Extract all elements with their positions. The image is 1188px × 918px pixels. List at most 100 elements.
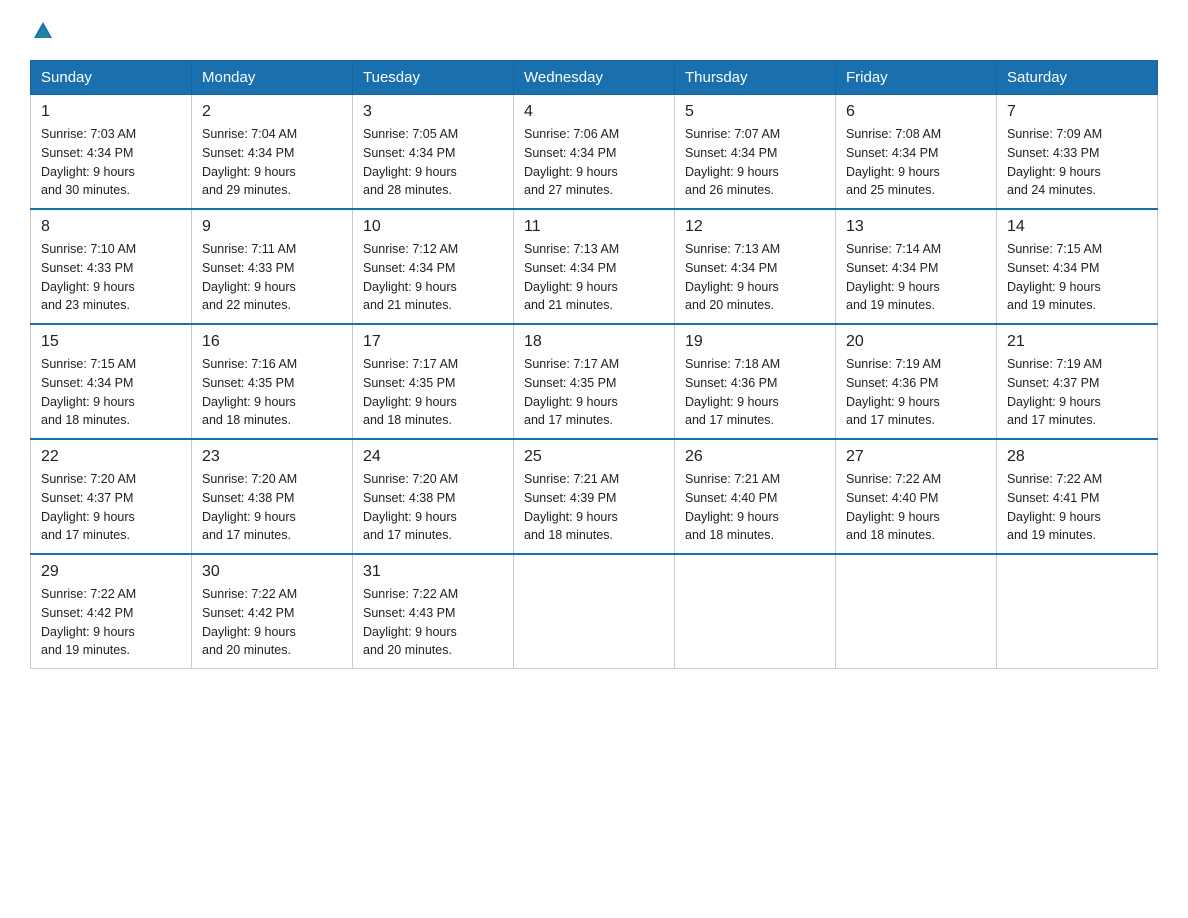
day-info: Sunrise: 7:22 AM Sunset: 4:41 PM Dayligh… — [1007, 470, 1147, 545]
day-info: Sunrise: 7:05 AM Sunset: 4:34 PM Dayligh… — [363, 125, 503, 200]
calendar-cell: 8 Sunrise: 7:10 AM Sunset: 4:33 PM Dayli… — [31, 209, 192, 324]
calendar-table: SundayMondayTuesdayWednesdayThursdayFrid… — [30, 60, 1158, 669]
day-number: 25 — [524, 448, 664, 466]
day-number: 23 — [202, 448, 342, 466]
day-info: Sunrise: 7:22 AM Sunset: 4:43 PM Dayligh… — [363, 585, 503, 660]
calendar-cell: 14 Sunrise: 7:15 AM Sunset: 4:34 PM Dayl… — [997, 209, 1158, 324]
day-number: 3 — [363, 103, 503, 121]
day-info: Sunrise: 7:19 AM Sunset: 4:37 PM Dayligh… — [1007, 355, 1147, 430]
day-info: Sunrise: 7:03 AM Sunset: 4:34 PM Dayligh… — [41, 125, 181, 200]
day-info: Sunrise: 7:13 AM Sunset: 4:34 PM Dayligh… — [524, 240, 664, 315]
day-number: 2 — [202, 103, 342, 121]
day-number: 14 — [1007, 218, 1147, 236]
day-info: Sunrise: 7:16 AM Sunset: 4:35 PM Dayligh… — [202, 355, 342, 430]
calendar-cell — [836, 554, 997, 669]
calendar-cell: 20 Sunrise: 7:19 AM Sunset: 4:36 PM Dayl… — [836, 324, 997, 439]
day-info: Sunrise: 7:22 AM Sunset: 4:42 PM Dayligh… — [41, 585, 181, 660]
calendar-cell: 31 Sunrise: 7:22 AM Sunset: 4:43 PM Dayl… — [353, 554, 514, 669]
day-number: 9 — [202, 218, 342, 236]
calendar-cell — [675, 554, 836, 669]
day-info: Sunrise: 7:08 AM Sunset: 4:34 PM Dayligh… — [846, 125, 986, 200]
weekday-header-sunday: Sunday — [31, 61, 192, 95]
day-number: 1 — [41, 103, 181, 121]
day-number: 12 — [685, 218, 825, 236]
day-number: 8 — [41, 218, 181, 236]
calendar-cell: 24 Sunrise: 7:20 AM Sunset: 4:38 PM Dayl… — [353, 439, 514, 554]
calendar-cell: 11 Sunrise: 7:13 AM Sunset: 4:34 PM Dayl… — [514, 209, 675, 324]
calendar-cell: 15 Sunrise: 7:15 AM Sunset: 4:34 PM Dayl… — [31, 324, 192, 439]
day-info: Sunrise: 7:18 AM Sunset: 4:36 PM Dayligh… — [685, 355, 825, 430]
weekday-header-monday: Monday — [192, 61, 353, 95]
day-number: 13 — [846, 218, 986, 236]
calendar-cell: 4 Sunrise: 7:06 AM Sunset: 4:34 PM Dayli… — [514, 95, 675, 210]
day-number: 5 — [685, 103, 825, 121]
calendar-cell: 27 Sunrise: 7:22 AM Sunset: 4:40 PM Dayl… — [836, 439, 997, 554]
weekday-header-tuesday: Tuesday — [353, 61, 514, 95]
calendar-cell: 29 Sunrise: 7:22 AM Sunset: 4:42 PM Dayl… — [31, 554, 192, 669]
calendar-cell — [997, 554, 1158, 669]
day-info: Sunrise: 7:19 AM Sunset: 4:36 PM Dayligh… — [846, 355, 986, 430]
day-number: 27 — [846, 448, 986, 466]
calendar-header-row: SundayMondayTuesdayWednesdayThursdayFrid… — [31, 61, 1158, 95]
day-number: 16 — [202, 333, 342, 351]
day-number: 28 — [1007, 448, 1147, 466]
weekday-header-saturday: Saturday — [997, 61, 1158, 95]
calendar-cell: 28 Sunrise: 7:22 AM Sunset: 4:41 PM Dayl… — [997, 439, 1158, 554]
day-number: 20 — [846, 333, 986, 351]
day-number: 10 — [363, 218, 503, 236]
day-info: Sunrise: 7:10 AM Sunset: 4:33 PM Dayligh… — [41, 240, 181, 315]
day-info: Sunrise: 7:22 AM Sunset: 4:42 PM Dayligh… — [202, 585, 342, 660]
calendar-cell: 30 Sunrise: 7:22 AM Sunset: 4:42 PM Dayl… — [192, 554, 353, 669]
day-number: 24 — [363, 448, 503, 466]
calendar-cell: 18 Sunrise: 7:17 AM Sunset: 4:35 PM Dayl… — [514, 324, 675, 439]
day-info: Sunrise: 7:09 AM Sunset: 4:33 PM Dayligh… — [1007, 125, 1147, 200]
day-number: 4 — [524, 103, 664, 121]
weekday-header-thursday: Thursday — [675, 61, 836, 95]
calendar-cell: 26 Sunrise: 7:21 AM Sunset: 4:40 PM Dayl… — [675, 439, 836, 554]
calendar-cell: 7 Sunrise: 7:09 AM Sunset: 4:33 PM Dayli… — [997, 95, 1158, 210]
day-info: Sunrise: 7:06 AM Sunset: 4:34 PM Dayligh… — [524, 125, 664, 200]
day-number: 30 — [202, 563, 342, 581]
day-info: Sunrise: 7:07 AM Sunset: 4:34 PM Dayligh… — [685, 125, 825, 200]
calendar-cell: 19 Sunrise: 7:18 AM Sunset: 4:36 PM Dayl… — [675, 324, 836, 439]
day-number: 31 — [363, 563, 503, 581]
day-number: 19 — [685, 333, 825, 351]
day-number: 15 — [41, 333, 181, 351]
calendar-cell: 22 Sunrise: 7:20 AM Sunset: 4:37 PM Dayl… — [31, 439, 192, 554]
calendar-cell: 10 Sunrise: 7:12 AM Sunset: 4:34 PM Dayl… — [353, 209, 514, 324]
calendar-cell: 17 Sunrise: 7:17 AM Sunset: 4:35 PM Dayl… — [353, 324, 514, 439]
day-number: 26 — [685, 448, 825, 466]
calendar-week-row: 29 Sunrise: 7:22 AM Sunset: 4:42 PM Dayl… — [31, 554, 1158, 669]
day-info: Sunrise: 7:04 AM Sunset: 4:34 PM Dayligh… — [202, 125, 342, 200]
calendar-cell: 21 Sunrise: 7:19 AM Sunset: 4:37 PM Dayl… — [997, 324, 1158, 439]
calendar-week-row: 22 Sunrise: 7:20 AM Sunset: 4:37 PM Dayl… — [31, 439, 1158, 554]
weekday-header-wednesday: Wednesday — [514, 61, 675, 95]
calendar-cell: 12 Sunrise: 7:13 AM Sunset: 4:34 PM Dayl… — [675, 209, 836, 324]
day-info: Sunrise: 7:20 AM Sunset: 4:38 PM Dayligh… — [363, 470, 503, 545]
day-number: 21 — [1007, 333, 1147, 351]
calendar-week-row: 8 Sunrise: 7:10 AM Sunset: 4:33 PM Dayli… — [31, 209, 1158, 324]
calendar-cell: 1 Sunrise: 7:03 AM Sunset: 4:34 PM Dayli… — [31, 95, 192, 210]
day-info: Sunrise: 7:21 AM Sunset: 4:40 PM Dayligh… — [685, 470, 825, 545]
day-info: Sunrise: 7:12 AM Sunset: 4:34 PM Dayligh… — [363, 240, 503, 315]
day-number: 29 — [41, 563, 181, 581]
weekday-header-friday: Friday — [836, 61, 997, 95]
calendar-cell: 3 Sunrise: 7:05 AM Sunset: 4:34 PM Dayli… — [353, 95, 514, 210]
logo — [30, 20, 54, 42]
day-number: 6 — [846, 103, 986, 121]
day-info: Sunrise: 7:17 AM Sunset: 4:35 PM Dayligh… — [363, 355, 503, 430]
day-info: Sunrise: 7:14 AM Sunset: 4:34 PM Dayligh… — [846, 240, 986, 315]
calendar-cell: 6 Sunrise: 7:08 AM Sunset: 4:34 PM Dayli… — [836, 95, 997, 210]
day-info: Sunrise: 7:17 AM Sunset: 4:35 PM Dayligh… — [524, 355, 664, 430]
day-number: 7 — [1007, 103, 1147, 121]
day-number: 18 — [524, 333, 664, 351]
calendar-cell: 13 Sunrise: 7:14 AM Sunset: 4:34 PM Dayl… — [836, 209, 997, 324]
day-info: Sunrise: 7:15 AM Sunset: 4:34 PM Dayligh… — [1007, 240, 1147, 315]
calendar-cell: 2 Sunrise: 7:04 AM Sunset: 4:34 PM Dayli… — [192, 95, 353, 210]
day-info: Sunrise: 7:20 AM Sunset: 4:37 PM Dayligh… — [41, 470, 181, 545]
day-number: 17 — [363, 333, 503, 351]
calendar-cell: 23 Sunrise: 7:20 AM Sunset: 4:38 PM Dayl… — [192, 439, 353, 554]
day-info: Sunrise: 7:13 AM Sunset: 4:34 PM Dayligh… — [685, 240, 825, 315]
calendar-cell — [514, 554, 675, 669]
calendar-cell: 25 Sunrise: 7:21 AM Sunset: 4:39 PM Dayl… — [514, 439, 675, 554]
